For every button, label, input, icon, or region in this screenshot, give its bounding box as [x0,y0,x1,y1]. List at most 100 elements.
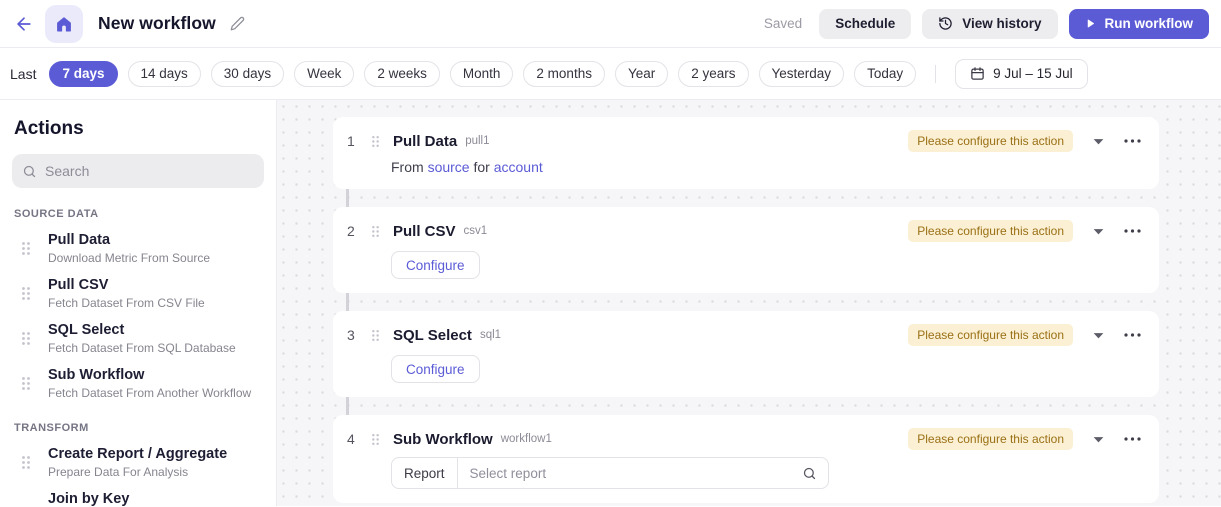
action-item-subtitle: Download Metric From Source [48,251,211,265]
configure-button[interactable]: Configure [391,251,480,279]
source-link[interactable]: source [428,159,470,175]
home-button[interactable] [45,4,83,43]
report-select-field[interactable]: Report Select report [391,457,829,489]
action-search [12,154,264,188]
action-item-title: Sub Workflow [48,367,145,383]
status-badge: Please configure this action [908,324,1073,346]
search-input[interactable] [45,163,254,179]
date-filter-bar: Last 7 days 14 days 30 days Week 2 weeks… [0,48,1221,100]
step-title: Pull Data [393,132,458,150]
step-title: Pull CSV [393,222,456,240]
back-button[interactable] [10,10,38,38]
configure-button[interactable]: Configure [391,355,480,383]
search-icon [22,164,37,179]
report-field-label: Report [392,458,458,488]
arrow-left-icon [14,14,34,34]
action-item-title: Join by Key [48,491,130,506]
filter-pill-month[interactable]: Month [449,60,514,87]
step-title: Sub Workflow [393,430,493,448]
home-icon [55,15,73,33]
view-history-button-label: View history [962,16,1042,31]
calendar-icon [970,66,985,81]
step-connector [346,397,349,415]
drag-handle-icon[interactable] [20,286,32,301]
schedule-button[interactable]: Schedule [819,8,912,39]
filter-pill-2-weeks[interactable]: 2 weeks [364,60,440,87]
sidebar-item-sql-select[interactable]: SQL Select Fetch Dataset From SQL Databa… [12,316,264,361]
step-connector [346,293,349,311]
step-connector [346,189,349,207]
sidebar-item-create-report[interactable]: Create Report / Aggregate Prepare Data F… [12,440,264,485]
action-item-subtitle: Fetch Dataset From Another Workflow [48,386,252,400]
header-actions: Saved Schedule View history Run workflow [763,8,1209,39]
page-title: New workflow [98,13,216,33]
drag-handle-icon[interactable] [20,241,32,256]
edit-title-button[interactable] [230,16,245,31]
drag-handle-icon[interactable] [371,329,389,342]
report-field-placeholder: Select report [469,465,547,481]
filter-pill-2-months[interactable]: 2 months [523,60,605,87]
pencil-icon [230,16,245,31]
sidebar-item-join-by-key[interactable]: Join by Key [12,485,264,506]
status-badge: Please configure this action [908,130,1073,152]
step-summary: From source for account [391,159,1143,175]
sidebar-item-sub-workflow[interactable]: Sub Workflow Fetch Dataset From Another … [12,361,264,406]
chevron-down-icon[interactable] [1093,436,1104,443]
view-history-button[interactable]: View history [922,8,1058,39]
step-id: workflow1 [500,433,552,445]
play-icon [1085,18,1096,29]
status-badge: Please configure this action [908,428,1073,450]
drag-handle-icon[interactable] [20,331,32,346]
run-workflow-button[interactable]: Run workflow [1068,8,1209,39]
step-id: pull1 [465,135,490,147]
saved-status: Saved [763,16,803,31]
workflow-step-card-4: 4 Sub Workflow workflow1 Please configur… [333,415,1159,503]
run-workflow-button-label: Run workflow [1104,16,1194,31]
drag-handle-icon[interactable] [371,135,389,148]
section-label-transform: TRANSFORM [14,422,89,434]
divider [935,64,937,83]
more-menu-icon[interactable] [1124,437,1141,441]
chevron-down-icon[interactable] [1093,228,1104,235]
more-menu-icon[interactable] [1124,333,1141,337]
step-number: 2 [347,223,355,239]
workflow-step-card-2: 2 Pull CSV csv1 Please configure this ac… [333,207,1159,293]
last-label: Last [10,65,37,82]
step-number: 1 [347,133,355,149]
workflow-canvas: 1 Pull Data pull1 Please configure this … [277,100,1221,506]
filter-pill-30-days[interactable]: 30 days [210,60,285,87]
chevron-down-icon[interactable] [1093,138,1104,145]
section-label-source-data: SOURCE DATA [14,208,99,220]
drag-handle-icon[interactable] [20,376,32,391]
action-item-subtitle: Prepare Data For Analysis [48,465,189,479]
more-menu-icon[interactable] [1124,229,1141,233]
sidebar-item-pull-data[interactable]: Pull Data Download Metric From Source [12,226,264,271]
summary-text: for [473,159,490,175]
date-range-picker[interactable]: 9 Jul – 15 Jul [955,58,1088,89]
main-area: Actions SOURCE DATA Pull Data Download M… [0,100,1221,506]
schedule-button-label: Schedule [835,16,896,31]
account-link[interactable]: account [494,159,543,175]
drag-handle-icon[interactable] [20,455,32,470]
filter-pill-week[interactable]: Week [294,60,355,87]
action-item-title: Pull Data [48,232,111,248]
history-icon [938,16,953,31]
step-title: SQL Select [393,326,472,344]
sidebar-item-pull-csv[interactable]: Pull CSV Fetch Dataset From CSV File [12,271,264,316]
workflow-step-card-1: 1 Pull Data pull1 Please configure this … [333,117,1159,189]
date-range-label: 9 Jul – 15 Jul [993,66,1073,81]
filter-pill-yesterday[interactable]: Yesterday [758,60,845,87]
filter-pill-7-days[interactable]: 7 days [49,60,118,87]
more-menu-icon[interactable] [1124,139,1141,143]
search-icon [802,466,828,481]
step-id: sql1 [479,329,502,341]
drag-handle-icon[interactable] [371,225,389,238]
filter-pill-2-years[interactable]: 2 years [678,60,749,87]
drag-handle-icon[interactable] [371,433,389,446]
filter-pill-year[interactable]: Year [614,60,669,87]
chevron-down-icon[interactable] [1093,332,1104,339]
filter-pill-today[interactable]: Today [854,60,917,87]
filter-pill-14-days[interactable]: 14 days [127,60,201,87]
status-badge: Please configure this action [908,220,1073,242]
action-item-title: Create Report / Aggregate [48,446,228,462]
